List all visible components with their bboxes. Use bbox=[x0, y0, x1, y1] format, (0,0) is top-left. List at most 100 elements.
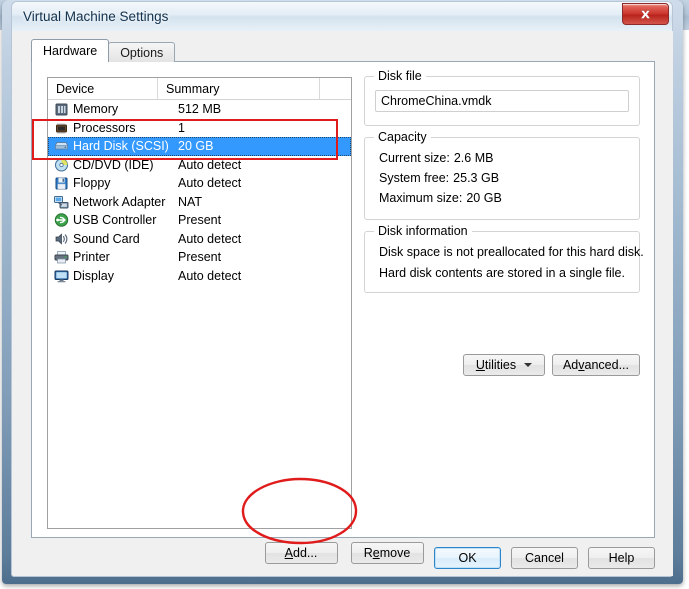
capacity-current-size: Current size: 2.6 MB bbox=[379, 151, 629, 165]
close-icon bbox=[640, 9, 651, 19]
window-title: Virtual Machine Settings bbox=[23, 9, 169, 24]
add-accelerator: A bbox=[284, 546, 293, 560]
device-summary: 512 MB bbox=[178, 102, 222, 117]
remove-button[interactable]: Remove bbox=[350, 542, 424, 564]
advanced-pre: Ad bbox=[562, 358, 579, 372]
chevron-down-icon bbox=[524, 363, 533, 367]
close-button[interactable] bbox=[622, 3, 669, 25]
column-header-spacer[interactable] bbox=[320, 78, 351, 99]
capacity-system-free-label: System free: bbox=[379, 171, 450, 185]
title-bar[interactable]: Virtual Machine Settings bbox=[12, 2, 672, 31]
add-button[interactable]: Add... bbox=[264, 542, 338, 564]
capacity-maximum-size-label: Maximum size: bbox=[379, 191, 463, 205]
utilities-button[interactable]: Utilities bbox=[462, 354, 545, 376]
remove-post: move bbox=[379, 546, 411, 560]
device-summary: Auto detect bbox=[178, 157, 242, 172]
device-row-display[interactable]: Display Auto detect bbox=[48, 267, 351, 286]
capacity-body: Current size: 2.6 MB System free: 25.3 GB … bbox=[365, 138, 639, 217]
tab-strip: Hardware Options bbox=[31, 39, 176, 62]
disk-file-group: Disk file bbox=[364, 69, 640, 126]
device-name: Network Adapter bbox=[73, 194, 166, 209]
device-row-floppy[interactable]: Floppy Auto detect bbox=[48, 174, 351, 193]
disk-actions-row: Utilities Advanced... bbox=[364, 354, 640, 376]
display-icon bbox=[53, 268, 70, 284]
disk-file-input[interactable] bbox=[375, 90, 629, 112]
device-row-hard-disk[interactable]: Hard Disk (SCSI) 20 GB bbox=[48, 137, 351, 156]
device-row-memory[interactable]: Memory 512 MB bbox=[48, 100, 351, 119]
device-summary: Auto detect bbox=[178, 231, 242, 246]
device-summary: Present bbox=[178, 250, 222, 265]
column-header-summary[interactable]: Summary bbox=[158, 78, 320, 99]
device-row-usb-controller[interactable]: USB Controller Present bbox=[48, 211, 351, 230]
disk-file-legend: Disk file bbox=[374, 69, 426, 83]
device-row-processors[interactable]: Processors 1 bbox=[48, 119, 351, 138]
device-summary: 1 bbox=[178, 120, 185, 135]
device-name: CD/DVD (IDE) bbox=[73, 157, 154, 172]
device-row-network-adapter[interactable]: Network Adapter NAT bbox=[48, 193, 351, 212]
device-summary: 20 GB bbox=[178, 139, 214, 154]
device-name: Memory bbox=[73, 102, 119, 117]
printer-icon bbox=[53, 249, 70, 265]
disk-settings-panel: Disk file Capacity Current size:2.6 MB bbox=[364, 69, 644, 304]
device-list[interactable]: Device Summary Memory 512 MB Processors … bbox=[47, 77, 352, 529]
utilities-accelerator: U bbox=[475, 358, 485, 372]
hardware-tab-pane: Device Summary Memory 512 MB Processors … bbox=[31, 61, 655, 564]
network-adapter-icon bbox=[53, 194, 70, 210]
capacity-current-size-value: 2.6 MB bbox=[453, 151, 494, 165]
device-name: Processors bbox=[73, 120, 136, 135]
device-list-rows: Memory 512 MB Processors 1 Hard Disk (SC… bbox=[48, 100, 351, 285]
capacity-maximum-size-value: 20 GB bbox=[466, 191, 502, 205]
disk-information-line-2: Hard disk contents are stored in a singl… bbox=[379, 266, 625, 280]
tab-hardware[interactable]: Hardware bbox=[31, 39, 110, 62]
device-row-sound-card[interactable]: Sound Card Auto detect bbox=[48, 230, 351, 249]
device-summary: Auto detect bbox=[178, 176, 242, 191]
disk-information-body: Disk space is not preallocated for this … bbox=[365, 232, 644, 291]
add-remove-row: Add... Remove bbox=[32, 542, 656, 564]
disk-information-line-1: Disk space is not preallocated for this … bbox=[379, 245, 644, 259]
capacity-system-free: System free: 25.3 GB bbox=[379, 171, 629, 185]
capacity-system-free-value: 25.3 GB bbox=[453, 171, 500, 185]
tab-options[interactable]: Options bbox=[108, 42, 176, 62]
disk-information-legend: Disk information bbox=[374, 224, 472, 238]
add-post: d... bbox=[299, 546, 318, 560]
device-list-header: Device Summary bbox=[48, 78, 351, 100]
dialog-window: Virtual Machine Settings Hardware Option… bbox=[11, 1, 673, 577]
device-name: Printer bbox=[73, 250, 110, 265]
tab-options-label: Options bbox=[120, 45, 164, 60]
disk-file-body bbox=[365, 77, 639, 122]
hard-disk-icon bbox=[53, 138, 70, 154]
tab-hardware-label: Hardware bbox=[43, 44, 98, 58]
capacity-current-size-label: Current size: bbox=[379, 151, 450, 165]
device-summary: Auto detect bbox=[178, 268, 242, 283]
advanced-button-label: Advanced... bbox=[563, 358, 629, 372]
cd-dvd-icon bbox=[53, 157, 70, 173]
capacity-group: Capacity Current size: 2.6 MB System free… bbox=[364, 130, 640, 220]
add-mid: d bbox=[293, 546, 300, 560]
floppy-icon bbox=[53, 175, 70, 191]
usb-controller-icon bbox=[53, 212, 70, 228]
remove-pre: R bbox=[363, 546, 373, 560]
device-name: Sound Card bbox=[73, 231, 140, 246]
advanced-button[interactable]: Advanced... bbox=[551, 354, 640, 376]
advanced-post: anced... bbox=[584, 358, 629, 372]
capacity-maximum-size: Maximum size: 20 GB bbox=[379, 191, 629, 205]
dialog-body: Hardware Options Device Summary Memory 5… bbox=[13, 31, 673, 576]
dialog-window-frame: Virtual Machine Settings Hardware Option… bbox=[2, 0, 683, 584]
device-name: USB Controller bbox=[73, 213, 157, 228]
device-row-cd-dvd[interactable]: CD/DVD (IDE) Auto detect bbox=[48, 156, 351, 175]
column-header-device[interactable]: Device bbox=[48, 78, 158, 99]
utilities-rest: tilities bbox=[484, 358, 517, 372]
processors-icon bbox=[53, 120, 70, 136]
remove-accelerator: e bbox=[372, 546, 380, 560]
device-summary: NAT bbox=[178, 194, 203, 209]
device-row-printer[interactable]: Printer Present bbox=[48, 248, 351, 267]
utilities-button-label: Utilities bbox=[476, 358, 516, 372]
device-name: Hard Disk (SCSI) bbox=[73, 139, 169, 154]
device-summary: Present bbox=[178, 213, 222, 228]
sound-card-icon bbox=[53, 231, 70, 247]
device-name: Display bbox=[73, 268, 114, 283]
device-name: Floppy bbox=[73, 176, 111, 191]
remove-button-label: Remove bbox=[364, 546, 411, 560]
memory-icon bbox=[53, 101, 70, 117]
disk-information-group: Disk information Disk space is not preal… bbox=[364, 224, 644, 293]
